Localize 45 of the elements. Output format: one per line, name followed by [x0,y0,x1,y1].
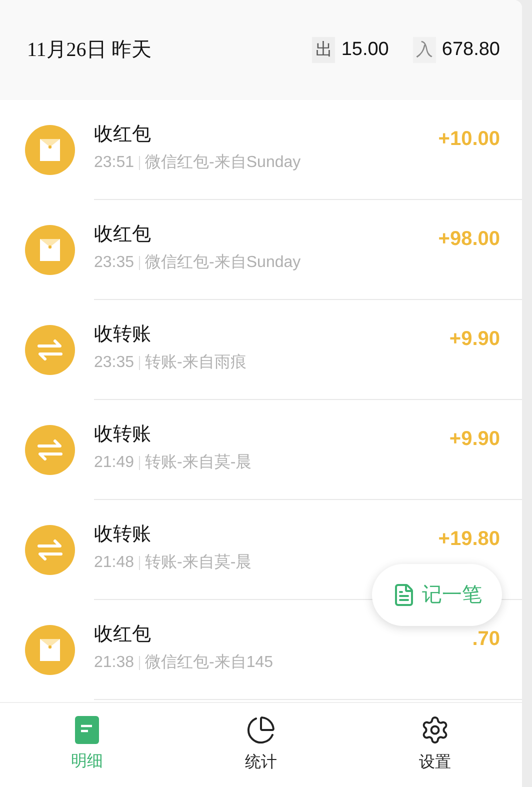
transaction-title: 收红包 [94,222,152,246]
transaction-time: 23:35 [94,352,134,372]
settings-icon [420,715,450,745]
transaction-amount: .70 [472,629,500,649]
transaction-time: 23:35 [94,252,134,272]
transaction-title: 收转账 [94,322,152,346]
nav-tab[interactable]: 设置 [348,703,522,787]
transaction-row[interactable]: 收转账 23:35 转账-来自雨痕 +9.90 [0,300,522,400]
income-total: 678.80 [442,38,500,62]
transfer-icon [25,525,75,575]
transaction-title: 收红包 [94,122,152,146]
transaction-amount: +9.90 [449,429,500,449]
document-icon [75,716,99,744]
transaction-title: 收转账 [94,522,152,546]
envelope-icon [25,225,75,275]
expense-total: 15.00 [341,38,389,62]
transaction-note: 转账-来自雨痕 [145,352,246,372]
nav-tab[interactable]: 统计 [174,703,348,787]
date-label: 11月26日 昨天 [27,38,152,63]
transfer-icon [25,325,75,375]
transaction-amount: +19.80 [438,529,500,549]
transfer-icon [25,425,75,475]
envelope-icon [25,125,75,175]
transaction-time: 21:38 [94,652,134,672]
expense-tag: 出 [312,37,336,63]
pie-chart-icon [246,715,276,745]
transaction-amount: +10.00 [438,129,500,149]
transaction-time: 21:49 [94,452,134,472]
transaction-amount: +98.00 [438,229,500,249]
transaction-row[interactable]: 收红包 23:35 微信红包-来自Sunday +98.00 [0,200,522,300]
envelope-icon [25,625,75,675]
transaction-amount: +9.90 [449,329,500,349]
transaction-note: 微信红包-来自Sunday [145,252,301,272]
transaction-time: 23:51 [94,152,134,172]
edit-icon [392,583,416,607]
transaction-note: 转账-来自莫-晨 [145,552,252,572]
transaction-title: 收红包 [94,622,152,646]
income-tag: 入 [412,37,436,63]
transaction-note: 微信红包-来自145 [145,652,274,672]
transaction-row[interactable]: 收红包 23:51 微信红包-来自Sunday +10.00 [0,100,522,200]
transaction-title: 收转账 [94,422,152,446]
transaction-note: 微信红包-来自Sunday [145,152,301,172]
transaction-row[interactable]: 收转账 21:49 转账-来自莫-晨 +9.90 [0,400,522,500]
transaction-time: 21:48 [94,552,134,572]
transaction-note: 转账-来自莫-晨 [145,452,252,472]
